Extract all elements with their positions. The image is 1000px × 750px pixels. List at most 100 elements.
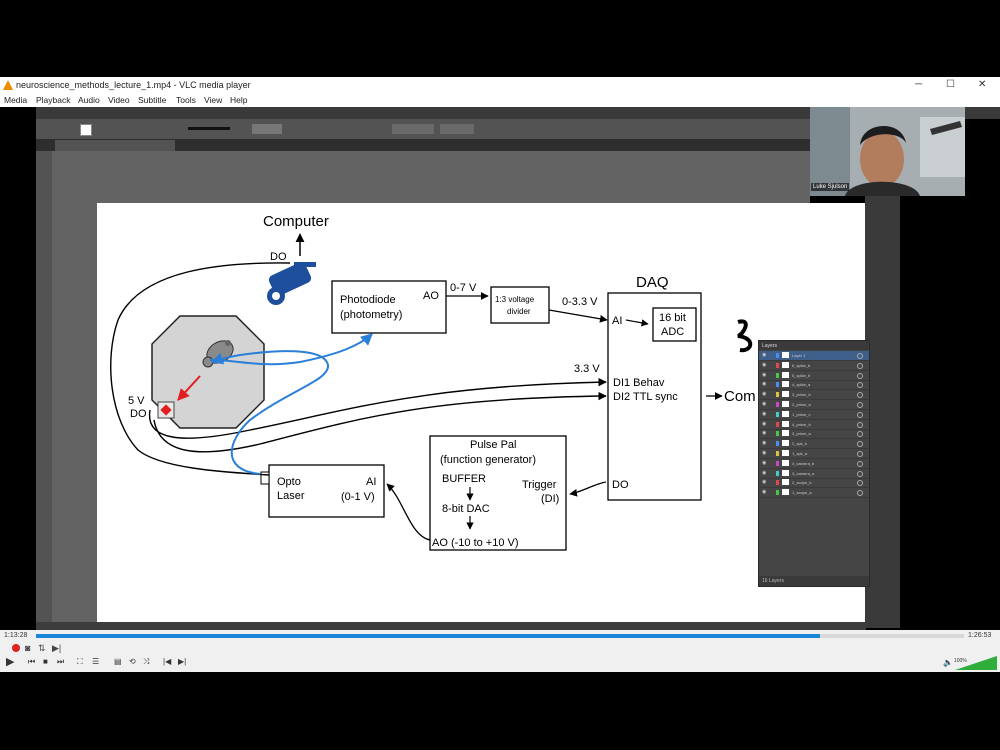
play-button[interactable]: ▶ (6, 655, 14, 668)
layer-target-icon[interactable] (857, 421, 863, 428)
layer-target-icon[interactable] (857, 480, 863, 487)
playlist-button[interactable]: ▤ (114, 657, 122, 666)
layer-target-icon[interactable] (857, 402, 863, 408)
layer-target-icon[interactable] (857, 460, 863, 467)
visibility-eye-icon[interactable]: ◉ (762, 372, 766, 378)
menu-media[interactable]: Media (4, 95, 27, 105)
visibility-eye-icon[interactable]: ◉ (762, 381, 766, 387)
layer-target-icon[interactable] (857, 382, 863, 389)
layer-row[interactable]: ◉ 4_spike_a (759, 380, 869, 391)
layer-target-icon[interactable] (857, 441, 863, 448)
layer-row[interactable]: ◉ 3_prism_b (759, 390, 869, 401)
visibility-eye-icon[interactable]: ◉ (762, 411, 766, 417)
frame-forward-button[interactable]: ▶| (178, 657, 186, 666)
layer-target-icon[interactable] (857, 372, 863, 379)
webcam-name-tag: Luke Sjulson (811, 183, 850, 191)
visibility-eye-icon[interactable]: ◉ (762, 362, 766, 368)
layer-row[interactable]: ◉ Layer 1 (759, 351, 869, 361)
layer-thumbnail (782, 469, 789, 476)
frame-step-icon[interactable]: ▶| (52, 643, 61, 654)
layer-target-icon[interactable] (857, 362, 863, 369)
layer-row[interactable]: ◉ 6_spike_b (759, 361, 869, 371)
divider-box (490, 286, 550, 324)
daq-do-label: DO (612, 479, 629, 491)
layer-name: 1_prism_c (792, 411, 811, 417)
menu-video[interactable]: Video (108, 95, 130, 105)
layer-target-icon[interactable] (857, 353, 863, 359)
menu-view[interactable]: View (204, 95, 222, 105)
frame-back-button[interactable]: |◀ (163, 657, 171, 666)
layer-target-icon[interactable] (857, 431, 863, 438)
visibility-eye-icon[interactable]: ◉ (762, 352, 766, 358)
close-icon[interactable]: ✕ (978, 79, 986, 90)
layer-row[interactable]: ◉ 1_prism_c (759, 410, 869, 420)
menu-help[interactable]: Help (230, 95, 247, 105)
layer-row[interactable]: ◉ 3_prism_a (759, 429, 869, 440)
layer-row[interactable]: ◉ 1_spk_a (759, 449, 869, 459)
layer-target-icon[interactable] (857, 490, 863, 497)
layer-target-icon[interactable] (857, 411, 863, 418)
layers-panel-header: Layers (759, 341, 869, 350)
stop-button[interactable]: ■ (43, 657, 48, 666)
document-tabs (0, 139, 810, 151)
minimize-icon[interactable]: ─ (915, 79, 922, 90)
visibility-eye-icon[interactable]: ◉ (762, 401, 766, 407)
extended-settings-button[interactable]: ☰ (92, 657, 99, 666)
visibility-eye-icon[interactable]: ◉ (762, 479, 766, 485)
visibility-eye-icon[interactable]: ◉ (762, 489, 766, 495)
loop-button[interactable]: ⟲ (129, 657, 136, 666)
fullscreen-button[interactable]: ⛶ (77, 657, 83, 667)
visibility-eye-icon[interactable]: ◉ (762, 470, 766, 476)
layer-thumbnail (782, 371, 789, 378)
layer-row[interactable]: ◉ 2_scope_b (759, 478, 869, 489)
shuffle-button[interactable]: ⤨ (143, 657, 149, 667)
divider-label-1: 1:3 voltage (495, 295, 535, 304)
divider-label-2: divider (507, 307, 531, 316)
menu-tools[interactable]: Tools (176, 95, 196, 105)
visibility-eye-icon[interactable]: ◉ (762, 421, 766, 427)
next-button[interactable]: ⏭ (57, 657, 64, 667)
layer-target-icon[interactable] (857, 451, 863, 457)
computer-label: Computer (263, 213, 329, 230)
volume-icon[interactable]: 🔈 (943, 658, 953, 667)
snapshot-icon[interactable]: ◙ (25, 643, 30, 653)
visibility-eye-icon[interactable]: ◉ (762, 440, 766, 446)
layer-row[interactable]: ◉ 2_spk_b (759, 439, 869, 450)
adc-label-1: 16 bit (659, 312, 686, 324)
menu-audio[interactable]: Audio (78, 95, 100, 105)
visibility-eye-icon[interactable]: ◉ (762, 430, 766, 436)
menu-playback[interactable]: Playback (36, 95, 71, 105)
window-title: neuroscience_methods_lecture_1.mp4 - VLC… (16, 80, 251, 90)
volume-slider[interactable] (955, 656, 997, 670)
vlc-cone-icon (3, 80, 13, 90)
previous-button[interactable]: ⏮ (28, 657, 35, 667)
layer-color-swatch (776, 411, 779, 417)
layer-row[interactable]: ◉ 5_spike_b (759, 371, 869, 381)
loop-ab-icon[interactable]: ⇅ (38, 643, 46, 654)
layer-thumbnail (782, 361, 789, 368)
layer-target-icon[interactable] (857, 392, 863, 399)
visibility-eye-icon[interactable]: ◉ (762, 450, 766, 456)
layer-row[interactable]: ◉ 4_prism_b (759, 420, 869, 430)
layer-row[interactable]: ◉ 3_camera_a (759, 469, 869, 479)
visibility-eye-icon[interactable]: ◉ (762, 460, 766, 466)
layers-panel-footer: 16 Layers (759, 576, 869, 586)
opto-label: Opto (277, 476, 301, 488)
layer-row[interactable]: ◉ 2_prism_a (759, 400, 869, 410)
layer-row[interactable]: ◉ 4_camera_b (759, 459, 869, 469)
menu-subtitle[interactable]: Subtitle (138, 95, 166, 105)
layer-row[interactable]: ◉ 1_scope_a (759, 488, 869, 499)
seek-slider[interactable] (36, 634, 964, 638)
layer-thumbnail (782, 450, 789, 456)
com-label: Com (724, 388, 756, 405)
visibility-eye-icon[interactable]: ◉ (762, 391, 766, 397)
record-icon[interactable] (12, 644, 20, 652)
adc-label-2: ADC (661, 326, 684, 338)
layer-color-swatch (776, 451, 779, 456)
layer-color-swatch (776, 480, 779, 486)
maximize-icon[interactable]: ☐ (946, 79, 955, 90)
layer-name: 2_prism_a (792, 402, 811, 407)
layer-target-icon[interactable] (857, 470, 863, 477)
layer-thumbnail (782, 401, 789, 407)
trigger-label: Trigger (522, 479, 557, 491)
